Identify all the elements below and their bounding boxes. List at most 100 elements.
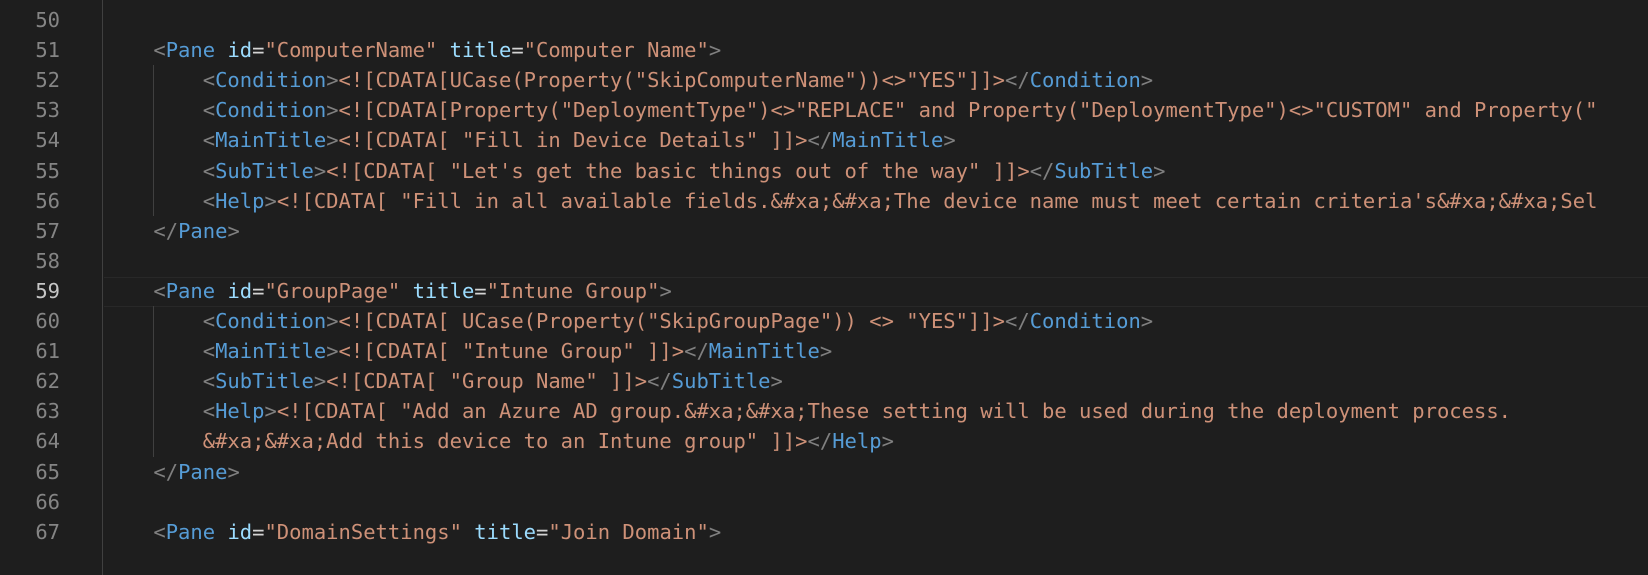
- line-number: 54: [35, 128, 60, 153]
- code-line[interactable]: </Pane>: [104, 457, 1648, 489]
- token-bracket: >: [326, 339, 339, 364]
- token-bracket: >: [313, 369, 327, 394]
- token-bracket: <: [202, 68, 216, 93]
- token-bracket: </: [1005, 309, 1030, 333]
- token-eq: =: [536, 519, 549, 544]
- token-bracket: <: [202, 369, 216, 394]
- token-bracket: >: [264, 399, 277, 424]
- token-bracket: <: [202, 399, 216, 424]
- token-tag: Condition: [215, 309, 327, 333]
- token-bracket: <: [202, 339, 216, 364]
- line-number: 65: [35, 459, 60, 484]
- token-tag: SubTitle: [215, 158, 314, 183]
- code-line[interactable]: <Help><![CDATA[ "Add an Azure AD group.&…: [104, 396, 1648, 428]
- token-attr: title: [412, 278, 475, 303]
- code-line[interactable]: </Pane>: [104, 216, 1648, 248]
- line-number: 56: [35, 188, 60, 213]
- token-tag: SubTitle: [1054, 158, 1154, 183]
- line-number: 55: [35, 158, 60, 183]
- token-tag: Pane: [165, 38, 216, 63]
- line-number: 67: [35, 519, 60, 544]
- token-tag: Condition: [215, 98, 327, 123]
- token-bracket: </: [1005, 68, 1030, 93]
- code-editor[interactable]: 50 51 52 53 54 55 56 57 58 59 60 61 62 63 64 65 66 67 <Pa…: [0, 0, 1648, 575]
- token-tag: Pane: [165, 519, 216, 544]
- code-line[interactable]: <MainTitle><![CDATA[ "Fill in Device Det…: [104, 125, 1648, 157]
- token-tag: Condition: [215, 68, 327, 93]
- token-text: <![CDATA[ "Let's get the basic things ou…: [326, 158, 1030, 183]
- code-line[interactable]: <Pane id="GroupPage" title="Intune Group…: [104, 276, 1648, 308]
- token-tag: Pane: [178, 459, 228, 484]
- code-line[interactable]: <Condition><![CDATA[UCase(Property("Skip…: [104, 65, 1648, 97]
- token-text: <![CDATA[UCase(Property("SkipComputerNam…: [338, 68, 1006, 93]
- token-eq: =: [252, 278, 265, 303]
- token-bracket: >: [708, 38, 722, 63]
- token-eq: =: [474, 278, 487, 303]
- token-bracket: >: [326, 309, 339, 333]
- token-bracket: >: [313, 158, 327, 183]
- token-bracket: >: [1153, 158, 1166, 183]
- token-bracket: >: [227, 218, 240, 243]
- token-eq: =: [252, 38, 265, 63]
- token-bracket: <: [153, 278, 166, 303]
- token-tag: Pane: [165, 278, 216, 303]
- token-str: "DomainSettings": [264, 519, 462, 544]
- code-line[interactable]: <Help><![CDATA[ "Fill in all available f…: [104, 186, 1648, 218]
- code-line[interactable]: <SubTitle><![CDATA[ "Group Name" ]]></Su…: [104, 366, 1648, 398]
- code-line[interactable]: <Pane id="ComputerName" title="Computer …: [104, 35, 1648, 67]
- indent-guide: [153, 65, 155, 216]
- token-str: "GroupPage": [264, 278, 401, 303]
- token-eq: =: [511, 38, 524, 63]
- line-number: 62: [35, 369, 60, 394]
- code-line[interactable]: <Condition><![CDATA[Property("Deployment…: [104, 95, 1648, 127]
- token-text: <![CDATA[ "Intune Group" ]]>: [338, 339, 685, 364]
- token-bracket: </: [153, 218, 179, 243]
- token-text: <![CDATA[ "Group Name" ]]>: [326, 369, 648, 394]
- line-number: 57: [35, 218, 60, 243]
- indent-guide: [153, 306, 155, 457]
- token-bracket: >: [770, 369, 783, 394]
- code-line[interactable]: &#xa;&#xa;Add this device to an Intune g…: [104, 426, 1648, 458]
- token-tag: Condition: [1029, 309, 1141, 333]
- token-bracket: <: [202, 158, 216, 183]
- token-tag: SubTitle: [671, 369, 771, 394]
- token-bracket: >: [708, 519, 722, 544]
- token-attr: title: [474, 519, 537, 544]
- token-eq: =: [252, 519, 265, 544]
- code-line[interactable]: [104, 246, 1648, 278]
- line-number: 63: [35, 399, 60, 424]
- token-text-ws: [215, 279, 227, 303]
- token-attr: id: [227, 38, 253, 63]
- token-text: <![CDATA[ UCase(Property("SkipGroupPage"…: [338, 309, 1006, 333]
- token-bracket: </: [684, 339, 709, 364]
- token-tag: Pane: [178, 218, 228, 243]
- token-bracket: <: [153, 519, 166, 544]
- gutter-divider: [102, 0, 103, 575]
- code-line[interactable]: <SubTitle><![CDATA[ "Let's get the basic…: [104, 156, 1648, 188]
- code-line[interactable]: [104, 487, 1648, 519]
- token-bracket: >: [881, 429, 894, 454]
- token-text: <![CDATA[ "Add an Azure AD group.&#xa;&#…: [276, 399, 1512, 424]
- line-number: 64: [35, 429, 60, 454]
- code-line[interactable]: < MainTitle ><![CDATA[ "Intune Group" ]]><…: [104, 336, 1648, 368]
- token-str: "ComputerName": [264, 38, 438, 63]
- token-bracket: </: [1029, 158, 1055, 183]
- line-number: 66: [35, 489, 60, 514]
- code-line[interactable]: [104, 5, 1648, 37]
- token-bracket: >: [326, 98, 339, 123]
- token-bracket: <: [202, 188, 216, 213]
- code-line[interactable]: <Pane id="DomainSettings" title="Join Do…: [104, 517, 1648, 549]
- code-line[interactable]: <Condition><![CDATA[ UCase(Property("Ski…: [104, 306, 1648, 338]
- token-tag: MainTitle: [708, 339, 820, 364]
- token-text: <![CDATA[Property("DeploymentType")<>"RE…: [338, 98, 1598, 123]
- token-text: &#xa;&#xa;Add this device to an Intune g…: [202, 429, 808, 454]
- line-number: 53: [35, 98, 60, 123]
- token-tag: Condition: [1029, 68, 1141, 93]
- token-bracket: <: [202, 98, 216, 123]
- line-number: 52: [35, 68, 60, 93]
- token-bracket: >: [943, 128, 956, 153]
